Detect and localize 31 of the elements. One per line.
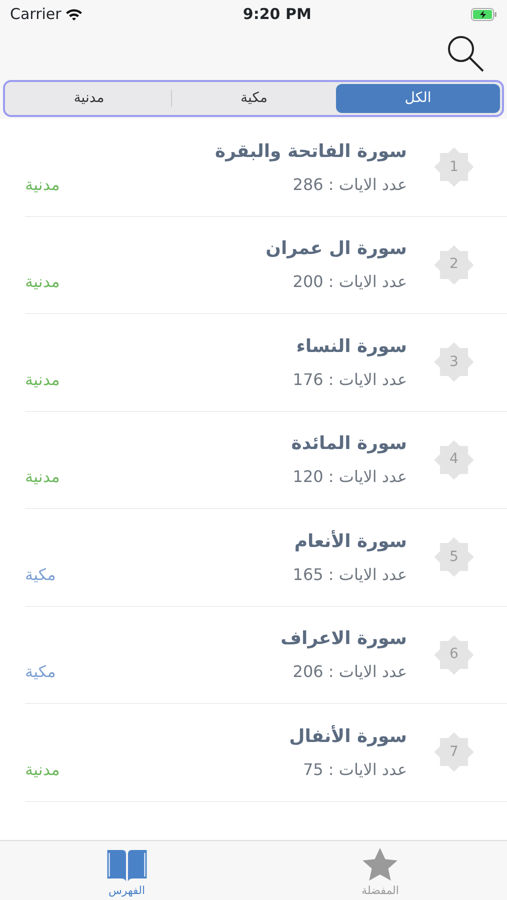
verse-count: عدد الايات : 165 bbox=[292, 564, 407, 586]
surah-title: سورة الاعراف bbox=[280, 627, 407, 652]
surah-title: سورة المائدة bbox=[290, 432, 407, 456]
revelation-type: مدنية bbox=[25, 466, 60, 488]
revelation-type: مدنية bbox=[25, 368, 60, 391]
revelation-type: مدنية bbox=[25, 271, 60, 294]
revelation-type: مدنية bbox=[25, 758, 60, 781]
segment-tab[interactable]: مكية bbox=[172, 84, 336, 113]
verse-count: عدد الايات : 200 bbox=[292, 271, 407, 294]
segment-tab[interactable]: مدنية bbox=[7, 84, 171, 113]
surah-title: سورة الفاتحة والبقرة bbox=[214, 140, 407, 164]
surah-title: سورة ال عمران bbox=[264, 237, 407, 262]
verse-count: عدد الايات : 176 bbox=[292, 368, 407, 391]
search-icon[interactable] bbox=[445, 33, 485, 73]
verse-count: عدد الايات : 75 bbox=[302, 758, 407, 781]
carrier-label: Carrier bbox=[10, 4, 62, 25]
revelation-type: مكية bbox=[25, 661, 56, 684]
surah-title: سورة النساء bbox=[295, 334, 407, 359]
surah-title: سورة الأنفال bbox=[288, 724, 407, 749]
wifi-icon bbox=[65, 8, 84, 20]
battery-icon bbox=[470, 8, 497, 20]
verse-count: عدد الايات : 286 bbox=[292, 174, 407, 196]
revelation-type: مكية bbox=[25, 564, 56, 586]
surah-title: سورة الأنعام bbox=[293, 529, 407, 554]
verse-count: عدد الايات : 120 bbox=[292, 466, 407, 488]
verse-count: عدد الايات : 206 bbox=[292, 661, 407, 684]
tab-bar-item[interactable]: الفهرس bbox=[0, 841, 254, 900]
revelation-type: مدنية bbox=[25, 174, 60, 196]
book-icon bbox=[106, 847, 148, 882]
segment-tab[interactable]: الكل bbox=[336, 84, 500, 113]
clock: 9:20 PM bbox=[242, 4, 312, 25]
